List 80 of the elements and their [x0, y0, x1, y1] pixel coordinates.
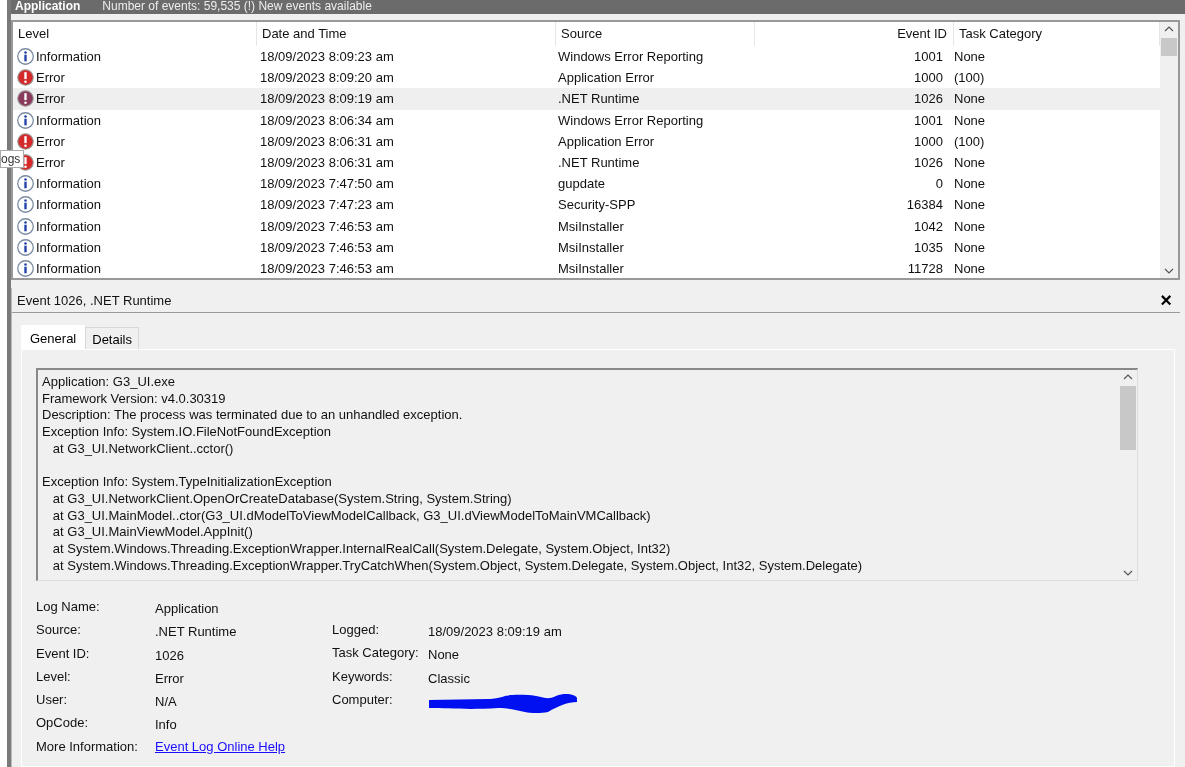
property-value: None	[428, 646, 460, 663]
table-cell: 1035	[914, 239, 943, 255]
table-cell: Application Error	[558, 133, 655, 149]
table-cell: Error	[36, 133, 65, 149]
table-cell: 1042	[914, 218, 943, 234]
table-cell: (100)	[954, 133, 985, 149]
table-cell: 16384	[906, 197, 943, 213]
table-cell: .NET Runtime	[558, 155, 640, 171]
table-cell: None	[954, 176, 986, 192]
event-description: Application: G3_UI.exe Framework Version: v4.0.30319 Description: The process was terminated due to an unhandled exception. Exception Info: System.IO.FileNotFoundException at G3_UI.NetworkClient..cctor() Exception Info: System.TypeInitializationException at G3_UI.NetworkClient.OpenOrCreateDatabase(System.String, System.String) at G3_UI.MainModel..ctor(G3_UI.dModelToViewModelCallback, G3_UI.dViewModelToMainVMCallback) at G3_UI.MainViewModel.AppInit() at System.Windows.Threading.ExceptionWrapper.InternalRealCall(System.Delegate, System.Object, Int32) at System.Windows.Threading.ExceptionWrapper.TryCatchWhen(System.Object, System.Delegate, System.Object, Int32, System.Delegate)	[41, 373, 864, 575]
table-cell: 18/09/2023 8:06:31 am	[260, 155, 394, 171]
table-cell: None	[954, 155, 986, 171]
table-cell: Error	[36, 91, 65, 107]
table-cell: Information	[36, 260, 102, 276]
table-cell: None	[954, 218, 986, 234]
property-value: Classic	[428, 669, 470, 686]
table-cell: 18/09/2023 7:46:53 am	[260, 218, 394, 234]
table-cell: Information	[36, 239, 102, 255]
table-cell: MsiInstaller	[558, 218, 624, 234]
log-title: Application	[15, 0, 81, 12]
property-label: Event ID:	[36, 645, 91, 661]
table-cell: 11728	[907, 260, 943, 276]
property-value: 1026	[155, 646, 184, 663]
table-cell: Information	[36, 176, 102, 192]
table-cell: None	[954, 112, 986, 128]
table-cell: gupdate	[558, 176, 605, 192]
property-label: Keywords:	[332, 668, 394, 684]
table-cell: MsiInstaller	[558, 239, 624, 255]
property-label: More Information:	[36, 738, 139, 754]
table-cell: .NET Runtime	[558, 91, 640, 107]
table-cell: 1026	[914, 155, 943, 171]
table-cell: MsiInstaller	[558, 260, 624, 276]
table-cell: 1001	[914, 112, 943, 128]
table-cell: 18/09/2023 7:47:50 am	[260, 176, 394, 192]
table-cell: 1001	[914, 49, 943, 65]
table-cell: Windows Error Reporting	[558, 112, 704, 128]
property-value: Error	[155, 669, 184, 686]
property-value: .NET Runtime	[155, 623, 237, 640]
property-label: User:	[36, 692, 69, 708]
table-cell: 18/09/2023 8:09:23 am	[260, 49, 394, 65]
property-label: OpCode:	[36, 715, 90, 731]
event-title: Event 1026, .NET Runtime	[17, 292, 172, 308]
table-cell: None	[954, 49, 986, 65]
table-cell: 18/09/2023 7:46:53 am	[260, 239, 394, 255]
table-cell: 18/09/2023 8:09:20 am	[260, 70, 394, 86]
table-cell: Error	[36, 155, 65, 171]
property-value: N/A	[155, 693, 177, 710]
table-cell: 18/09/2023 7:46:53 am	[260, 260, 394, 276]
table-cell: 18/09/2023 7:47:23 am	[260, 197, 394, 213]
table-cell: None	[954, 260, 986, 276]
table-cell: Information	[36, 49, 102, 65]
table-cell: Error	[36, 70, 65, 86]
table-cell: Windows Error Reporting	[558, 49, 704, 65]
table-cell: 18/09/2023 8:06:34 am	[260, 112, 394, 128]
property-value: Info	[155, 716, 177, 733]
property-label: Task Category:	[332, 645, 420, 661]
table-cell: (100)	[954, 70, 985, 86]
property-value: 18/09/2023 8:09:19 am	[428, 623, 562, 639]
table-cell: Information	[36, 112, 102, 128]
event-count: Number of events: 59,535 (!) New events available	[102, 0, 372, 12]
property-label: Source:	[36, 622, 82, 638]
property-label: Log Name:	[36, 599, 101, 614]
property-value: Application	[155, 600, 219, 616]
table-cell: Security-SPP	[558, 197, 636, 213]
table-cell: 0	[935, 176, 943, 192]
table-cell: 18/09/2023 8:06:31 am	[260, 133, 394, 149]
table-cell: 1026	[914, 91, 943, 107]
table-cell: 18/09/2023 8:09:19 am	[260, 91, 394, 107]
table-cell: 1000	[914, 70, 943, 86]
table-cell: Application Error	[558, 70, 655, 86]
table-cell: None	[954, 91, 986, 107]
property-label: Computer:	[332, 691, 394, 707]
property-label: Level:	[36, 668, 72, 684]
property-label: Logged:	[332, 622, 380, 637]
table-cell: None	[954, 197, 986, 213]
table-cell: 1000	[914, 133, 943, 149]
tooltip: ogs	[0, 150, 25, 168]
table-cell: None	[954, 239, 986, 255]
table-cell: Information	[36, 218, 102, 234]
table-cell: Information	[36, 197, 102, 213]
